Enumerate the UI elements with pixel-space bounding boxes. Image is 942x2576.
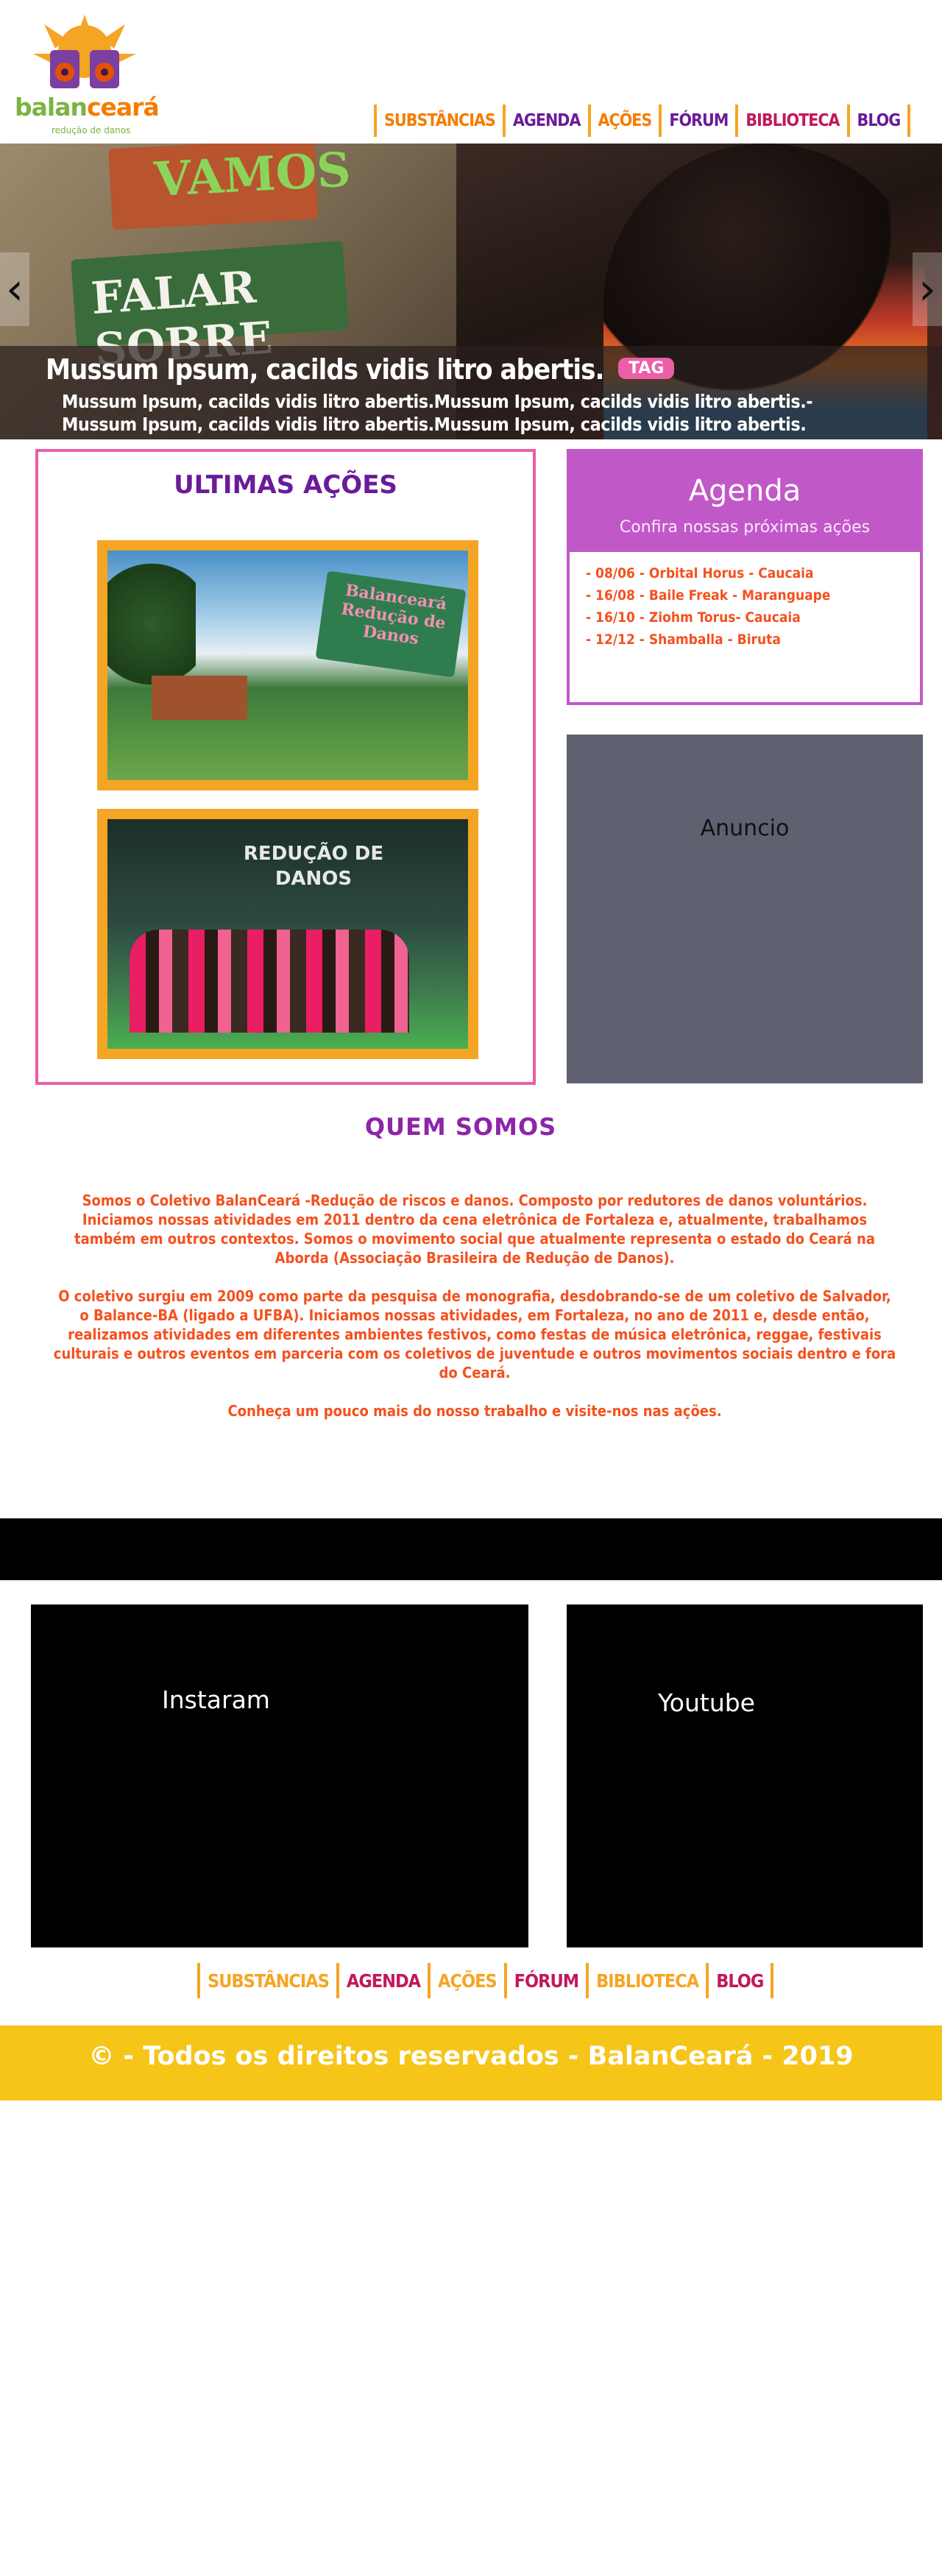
hero-slider: VAMOS FALAR SOBRE ‹ › Mussum Ipsum, caci… — [0, 144, 942, 439]
agenda-header: Agenda Confira nossas próximas ações — [570, 452, 920, 552]
action-photo[interactable]: REDUÇÃO DE DANOS — [97, 809, 478, 1059]
photo-house — [152, 676, 247, 720]
nav-item-acoes[interactable]: AÇÕES — [587, 105, 659, 137]
footer-nav-item-biblioteca[interactable]: BIBLIOTECA — [586, 1963, 706, 1998]
hero-caption: Mussum Ipsum, cacilds vidis litro aberti… — [0, 346, 942, 439]
brand-logo[interactable]: balanceará redução de danos — [15, 13, 160, 135]
action-photo-image: REDUÇÃO DE DANOS — [107, 819, 468, 1049]
ultimas-acoes-title: ULTIMAS AÇÕES — [174, 470, 397, 500]
instagram-label: Instaram — [162, 1685, 270, 1714]
youtube-label: Youtube — [658, 1688, 755, 1717]
agenda-panel: Agenda Confira nossas próximas ações - 0… — [567, 449, 923, 705]
quem-somos-title: QUEM SOMOS — [364, 1113, 557, 1141]
photo-banner: REDUÇÃO DE DANOS — [243, 843, 384, 890]
hero-text: Mussum Ipsum, cacilds vidis litro aberti… — [62, 391, 813, 435]
quem-somos-paragraph: O coletivo surgiu em 2009 como parte da … — [53, 1287, 896, 1381]
agenda-subtitle: Confira nossas próximas ações — [619, 518, 871, 537]
quem-somos-paragraph: Somos o Coletivo BalanCeará -Redução de … — [74, 1192, 876, 1267]
ad-placeholder[interactable]: Anuncio — [567, 735, 923, 1083]
agenda-event[interactable]: - 12/12 - Shamballa - Biruta — [586, 629, 831, 651]
ad-label: Anuncio — [700, 815, 790, 841]
brand-name: balanceará — [15, 93, 160, 121]
footer-nav-item-agenda[interactable]: AGENDA — [336, 1963, 428, 1998]
instagram-embed[interactable]: Instaram — [31, 1604, 528, 1947]
nav-item-substancias[interactable]: SUBSTÂNCIAS — [374, 105, 503, 137]
ultimas-acoes-panel: ULTIMAS AÇÕES Balanceará Redução de Dano… — [35, 449, 536, 1085]
agenda-event[interactable]: - 16/08 - Baile Freak - Maranguape — [586, 584, 831, 606]
divider-band — [0, 1518, 942, 1580]
quem-somos-text: Somos o Coletivo BalanCeará -Redução de … — [52, 1191, 898, 1440]
footer-nav: SUBSTÂNCIAS AGENDA AÇÕES FÓRUM BIBLIOTECA BLO… — [197, 1963, 774, 1998]
agenda-list: - 08/06 - Orbital Horus - Caucaia - 16/0… — [586, 562, 831, 651]
copyright-bar: © - Todos os direitos reservados - Balan… — [0, 2025, 942, 2101]
agenda-title: Agenda — [688, 474, 801, 508]
hero-sign-falar-sobre: FALAR SOBRE — [71, 241, 349, 376]
slider-next-button[interactable]: › — [913, 252, 942, 326]
nav-item-agenda[interactable]: AGENDA — [502, 105, 588, 137]
slider-prev-button[interactable]: ‹ — [0, 252, 29, 326]
photo-crowd — [130, 930, 409, 1033]
nav-item-biblioteca[interactable]: BIBLIOTECA — [735, 105, 846, 137]
brand-tagline: redução de danos — [52, 125, 131, 135]
nav-item-forum[interactable]: FÓRUM — [659, 105, 735, 137]
top-nav: SUBSTÂNCIAS AGENDA AÇÕES FÓRUM BIBLIOTECA BLO… — [374, 105, 911, 137]
sun-speakers-icon — [33, 15, 136, 88]
copyright-text: © - Todos os direitos reservados - Balan… — [88, 2042, 854, 2071]
footer-nav-item-acoes[interactable]: AÇÕES — [428, 1963, 504, 1998]
hero-sign-vamos: VAMOS — [108, 144, 352, 230]
agenda-event[interactable]: - 16/10 - Ziohm Torus- Caucaia — [586, 606, 831, 629]
action-photo[interactable]: Balanceará Redução de Danos — [97, 540, 478, 790]
photo-sign: Balanceará Redução de Danos — [315, 570, 467, 678]
chevron-left-icon: ‹ — [6, 263, 24, 315]
nav-item-blog[interactable]: BLOG — [846, 105, 911, 137]
quem-somos-paragraph: Conheça um pouco mais do nosso trabalho … — [227, 1402, 722, 1420]
footer-nav-item-forum[interactable]: FÓRUM — [503, 1963, 586, 1998]
hero-title[interactable]: Mussum Ipsum, cacilds vidis litro aberti… — [46, 353, 604, 386]
chevron-right-icon: › — [918, 263, 936, 315]
action-photo-image: Balanceará Redução de Danos — [107, 551, 468, 780]
hero-tag[interactable]: TAG — [618, 358, 675, 379]
agenda-event[interactable]: - 08/06 - Orbital Horus - Caucaia — [586, 562, 831, 584]
footer-nav-item-substancias[interactable]: SUBSTÂNCIAS — [197, 1963, 336, 1998]
youtube-embed[interactable]: Youtube — [567, 1604, 923, 1947]
footer-nav-item-blog[interactable]: BLOG — [706, 1963, 774, 1998]
